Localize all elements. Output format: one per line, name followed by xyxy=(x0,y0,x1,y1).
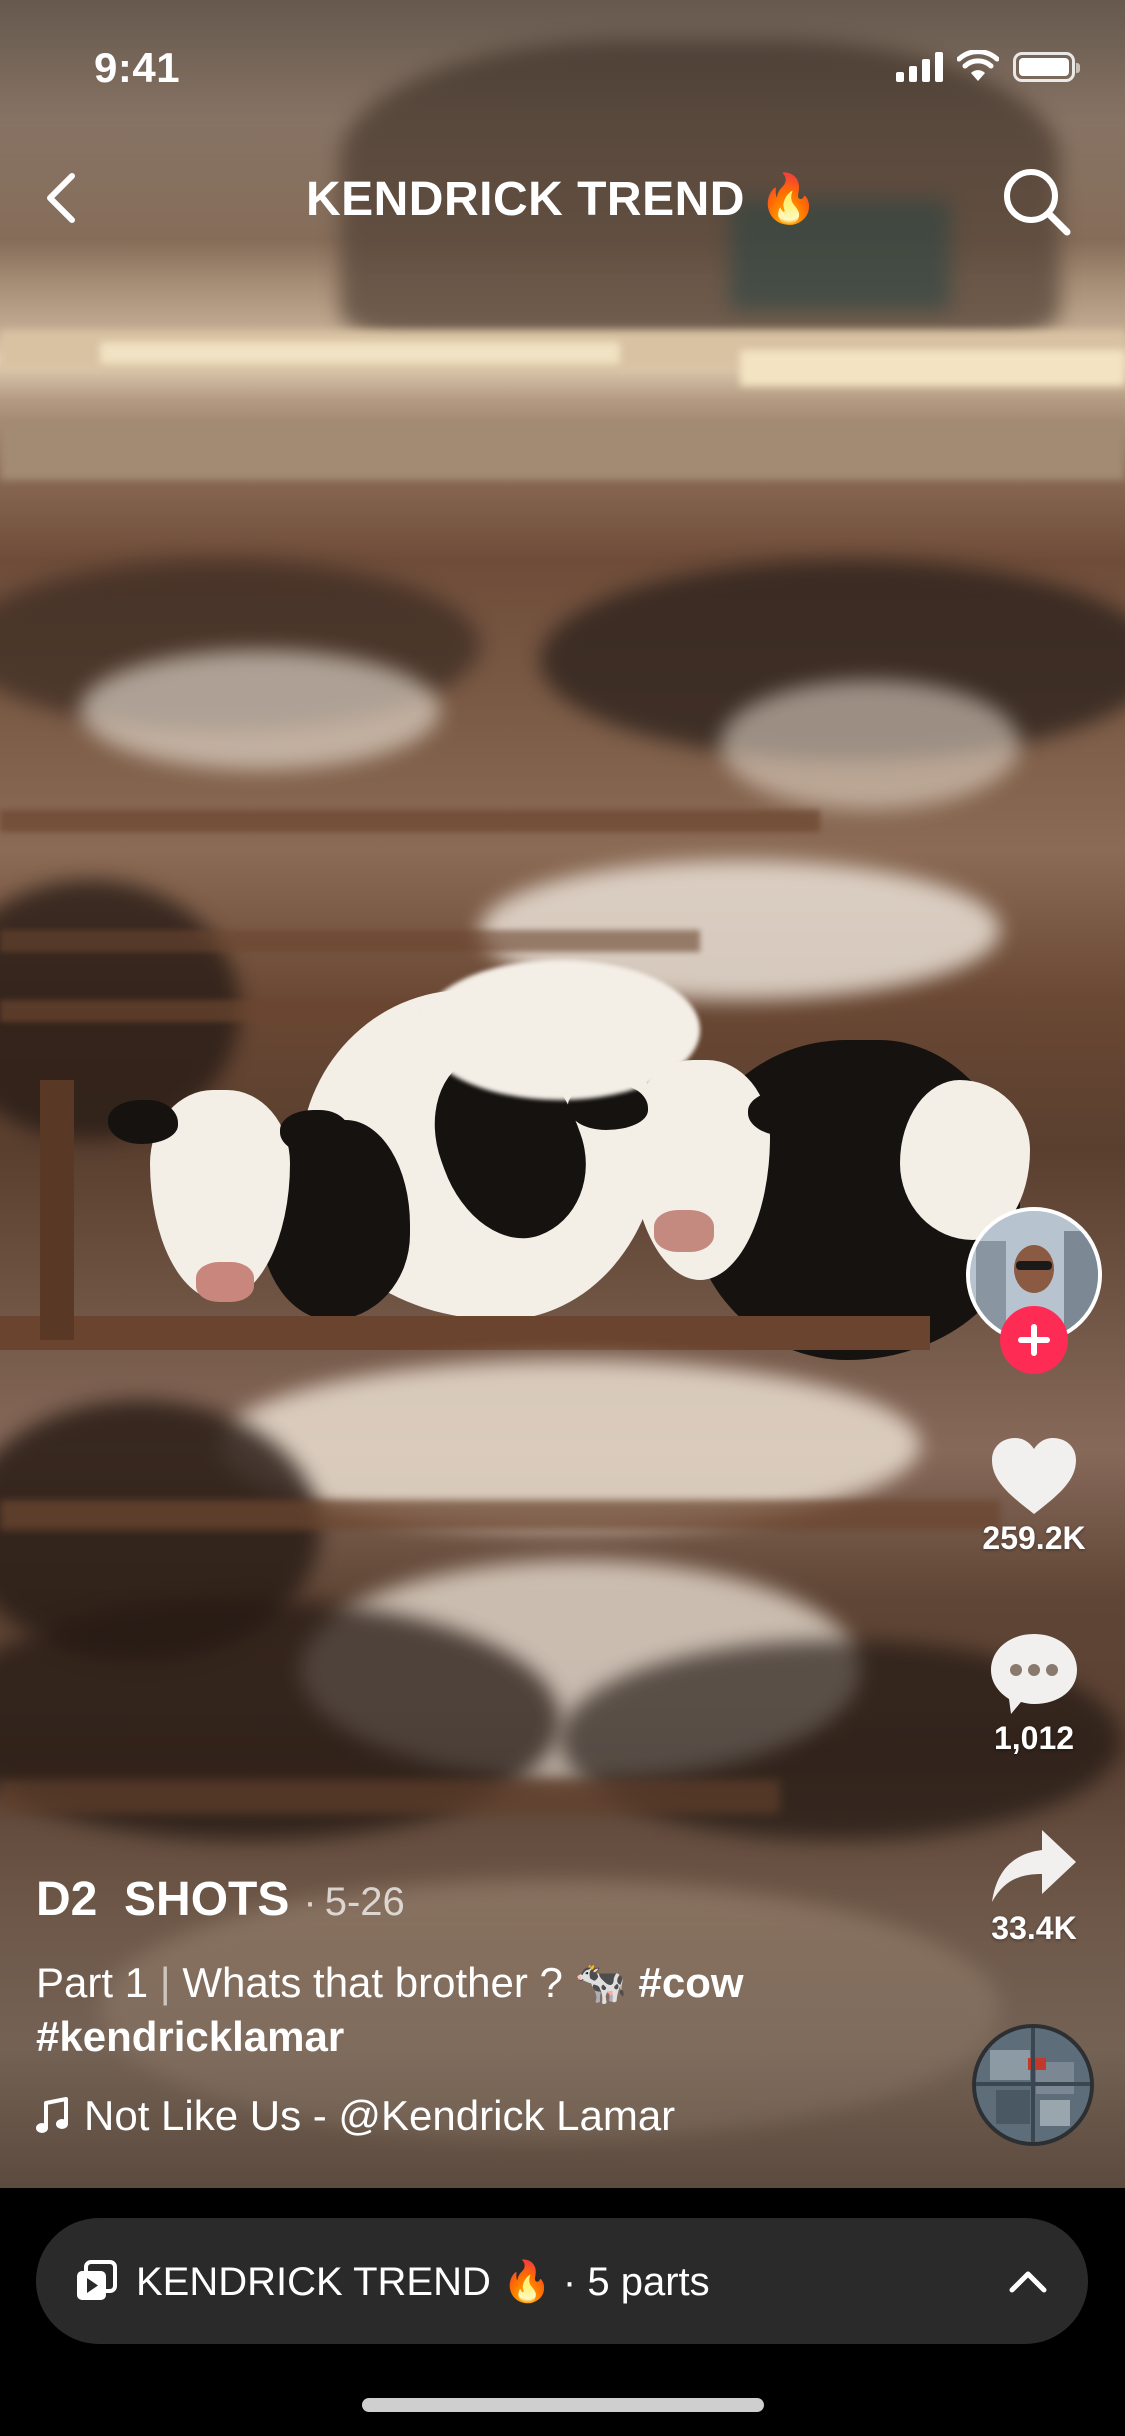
search-icon xyxy=(1004,169,1071,236)
plus-icon xyxy=(1018,1324,1050,1356)
music-title: Not Like Us - @Kendrick Lamar xyxy=(84,2092,676,2139)
music-info[interactable]: Not Like Us - @Kendrick Lamar xyxy=(36,2092,675,2140)
music-disc[interactable] xyxy=(972,2024,1094,2146)
description-part: Part 1 xyxy=(36,1959,149,2006)
battery-icon xyxy=(1013,52,1080,82)
playlist-separator: · xyxy=(562,2259,577,2304)
status-icons xyxy=(896,50,1080,82)
playlist-label: KENDRICK TREND 🔥 · 5 parts xyxy=(136,2258,1008,2305)
share-button[interactable]: 33.4K xyxy=(966,1826,1102,1947)
post-date: 5-26 xyxy=(324,1880,405,1924)
barn-wall xyxy=(0,420,1125,480)
follow-button[interactable] xyxy=(1000,1306,1068,1374)
share-count: 33.4K xyxy=(991,1910,1077,1946)
fence-rail xyxy=(0,930,700,952)
cow-left-ear xyxy=(108,1100,178,1144)
music-cover-art xyxy=(976,2028,1090,2142)
share-icon xyxy=(992,1830,1076,1902)
fence-post xyxy=(40,1080,74,1340)
fence-rail-front xyxy=(0,1500,1000,1530)
cow-back-body xyxy=(420,960,700,1100)
fence-rail xyxy=(0,810,820,832)
post-description[interactable]: Part 1 | Whats that brother ? 🐄 #cow #ke… xyxy=(36,1956,916,2064)
herd-back-4 xyxy=(720,680,1020,810)
herd-back-3 xyxy=(80,650,440,770)
cow-left-ear xyxy=(280,1110,350,1154)
cow-left-nose xyxy=(196,1262,254,1302)
status-time: 9:41 xyxy=(94,44,181,91)
barn-beam-light xyxy=(100,342,620,364)
home-indicator xyxy=(362,2398,764,2412)
barn-beam-far xyxy=(740,350,1125,386)
hashtag-kendricklamar[interactable]: #kendricklamar xyxy=(36,2013,344,2060)
chevron-up-icon[interactable] xyxy=(1008,2268,1048,2294)
top-gradient xyxy=(0,0,1125,280)
date-separator: · xyxy=(303,1880,317,1924)
comment-count: 1,012 xyxy=(993,1720,1075,1756)
description-text: Whats that brother ? 🐄 xyxy=(182,1959,627,2006)
page-title: KENDRICK TREND 🔥 xyxy=(305,173,820,226)
playlist-icon xyxy=(77,2260,117,2300)
playlist-title: KENDRICK TREND 🔥 xyxy=(136,2259,552,2304)
cellular-signal-icon xyxy=(896,52,943,82)
playlist-bar[interactable]: KENDRICK TREND 🔥 · 5 parts xyxy=(36,2218,1088,2344)
post-meta: D2 SHOTS · 5-26 xyxy=(36,1872,405,1927)
like-button[interactable]: 259.2K xyxy=(966,1436,1102,1557)
search-button[interactable] xyxy=(999,164,1073,238)
wifi-icon xyxy=(957,50,999,81)
hashtag-cow[interactable]: #cow xyxy=(639,1959,744,2006)
fence-rail-front xyxy=(0,1316,930,1350)
music-note-icon xyxy=(36,2097,68,2133)
description-divider: | xyxy=(159,1959,171,2006)
playlist-parts: 5 parts xyxy=(587,2259,710,2304)
comment-button[interactable]: 1,012 xyxy=(966,1632,1102,1757)
heart-icon xyxy=(992,1438,1076,1514)
author-name[interactable]: D2 SHOTS xyxy=(36,1872,289,1927)
video-player[interactable] xyxy=(0,0,1125,2188)
like-count: 259.2K xyxy=(982,1520,1086,1556)
comment-icon xyxy=(991,1634,1077,1714)
cow-right-nose xyxy=(654,1210,714,1252)
cow-right-ear xyxy=(748,1090,828,1136)
